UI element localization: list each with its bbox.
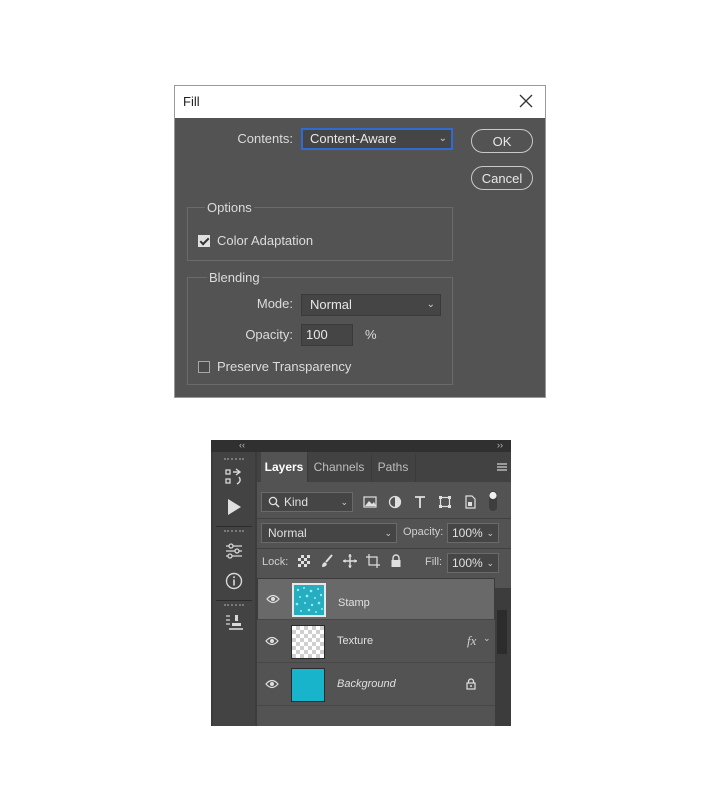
divider	[216, 600, 252, 601]
layer-opacity-input[interactable]: 100% ⌄	[447, 523, 499, 543]
divider	[216, 526, 252, 527]
dialog-title: Fill	[183, 94, 200, 109]
divider	[257, 548, 511, 549]
layer-thumbnail-stamp	[292, 583, 326, 617]
type-layer-filter-icon[interactable]	[413, 495, 427, 509]
options-title: Options	[205, 200, 254, 215]
color-adaptation-checkbox[interactable]	[198, 235, 210, 247]
tab-channels[interactable]: Channels	[309, 452, 369, 482]
panel-tabs: Layers Channels Paths	[257, 452, 511, 482]
layer-effects-icon[interactable]: fx	[467, 633, 476, 649]
chevron-down-icon: ⌄	[486, 558, 494, 568]
mode-select[interactable]: Normal ⌄	[301, 294, 441, 316]
stamp-texture-icon	[294, 585, 324, 615]
opacity-unit: %	[365, 327, 377, 342]
tab-layers[interactable]: Layers	[261, 452, 307, 482]
layers-panel: Layers Channels Paths Kind ⌄ Normal ⌄ Op…	[257, 452, 511, 726]
shape-layer-filter-icon[interactable]	[438, 495, 452, 509]
dock-collapse-bar[interactable]: ‹‹ ››	[211, 440, 511, 452]
divider	[257, 518, 511, 519]
collapse-left-icon[interactable]: ‹‹	[239, 440, 245, 450]
divider	[371, 454, 372, 482]
contents-value: Content-Aware	[310, 131, 397, 146]
chevron-down-icon: ⌄	[340, 497, 348, 507]
layers-scrollbar[interactable]	[495, 588, 511, 726]
layer-fill-value: 100%	[452, 556, 483, 570]
cancel-button[interactable]: Cancel	[471, 166, 533, 190]
eye-icon[interactable]	[265, 678, 279, 690]
layer-row-background[interactable]: Background	[257, 664, 495, 706]
contents-label: Contents:	[237, 131, 293, 146]
preserve-transparency-checkbox[interactable]	[198, 361, 210, 373]
layer-name-background: Background	[337, 678, 396, 690]
filter-kind-select[interactable]: Kind ⌄	[261, 492, 353, 512]
preserve-transparency-label: Preserve Transparency	[217, 359, 352, 374]
blending-title: Blending	[207, 270, 262, 285]
lock-label: Lock:	[262, 556, 289, 568]
filter-kind-value: Kind	[284, 495, 309, 509]
mode-label: Mode:	[256, 296, 293, 311]
color-adaptation-label: Color Adaptation	[217, 233, 314, 248]
history-brush-icon[interactable]	[225, 468, 243, 486]
blend-mode-value: Normal	[268, 526, 307, 540]
close-icon[interactable]	[517, 92, 535, 110]
info-icon[interactable]	[225, 572, 243, 590]
chevron-down-icon: ⌄	[384, 528, 392, 538]
adjustment-layer-filter-icon[interactable]	[388, 495, 402, 509]
layer-fill-input[interactable]: 100% ⌄	[447, 553, 499, 573]
fill-label: Fill:	[425, 556, 443, 568]
layer-opacity-value: 100%	[452, 526, 483, 540]
contents-select[interactable]: Content-Aware ⌄	[301, 128, 453, 150]
clone-stamp-source-icon[interactable]	[225, 614, 243, 632]
grip-handle[interactable]	[224, 458, 244, 462]
pixel-layer-filter-icon[interactable]	[363, 495, 377, 509]
eye-icon[interactable]	[266, 593, 280, 605]
smart-object-filter-icon[interactable]	[463, 495, 477, 509]
lock-artboard-icon[interactable]	[366, 554, 380, 568]
divider	[307, 454, 308, 482]
lock-position-icon[interactable]	[343, 554, 357, 568]
divider	[415, 454, 416, 482]
eye-icon[interactable]	[265, 635, 279, 647]
opacity-label: Opacity:	[245, 327, 293, 342]
lock-transparent-pixels-icon[interactable]	[297, 554, 311, 568]
play-icon[interactable]	[225, 498, 243, 516]
layer-row-texture[interactable]: Texture fx ⌄	[257, 621, 495, 663]
layer-name-stamp: Stamp	[338, 597, 370, 609]
chevron-down-icon: ⌄	[426, 299, 435, 310]
adjustments-icon[interactable]	[225, 542, 243, 560]
chevron-down-icon: ⌄	[438, 133, 447, 144]
tool-strip	[213, 452, 255, 726]
layer-row-stamp[interactable]: Stamp	[257, 578, 495, 620]
opacity-label: Opacity:	[403, 526, 444, 538]
ok-button[interactable]: OK	[471, 129, 533, 153]
layers-dock: ‹‹ ›› Layers Channels Paths Kind ⌄ Norma…	[211, 440, 511, 726]
layer-thumbnail-texture	[291, 625, 325, 659]
layer-name-texture: Texture	[337, 635, 374, 647]
tab-paths[interactable]: Paths	[373, 452, 413, 482]
lock-icon	[466, 678, 476, 690]
mode-value: Normal	[310, 297, 352, 312]
filter-toggle-switch[interactable]	[488, 490, 498, 512]
chevron-down-icon[interactable]: ⌄	[483, 633, 491, 644]
dialog-titlebar: Fill	[175, 86, 545, 118]
scrollbar-thumb[interactable]	[497, 610, 507, 654]
panel-menu-icon[interactable]	[497, 462, 507, 472]
lock-all-icon[interactable]	[389, 554, 403, 568]
search-icon	[268, 496, 280, 508]
fill-dialog: Fill Contents: Content-Aware ⌄ OK Cancel…	[174, 85, 546, 398]
blend-mode-select[interactable]: Normal ⌄	[261, 523, 397, 543]
layer-thumbnail-background	[291, 668, 325, 702]
lock-image-pixels-icon[interactable]	[320, 554, 334, 568]
grip-handle[interactable]	[224, 604, 244, 608]
chevron-down-icon: ⌄	[486, 528, 494, 538]
collapse-right-icon[interactable]: ››	[497, 440, 503, 450]
grip-handle[interactable]	[224, 530, 244, 534]
opacity-input[interactable]: 100	[301, 324, 353, 346]
